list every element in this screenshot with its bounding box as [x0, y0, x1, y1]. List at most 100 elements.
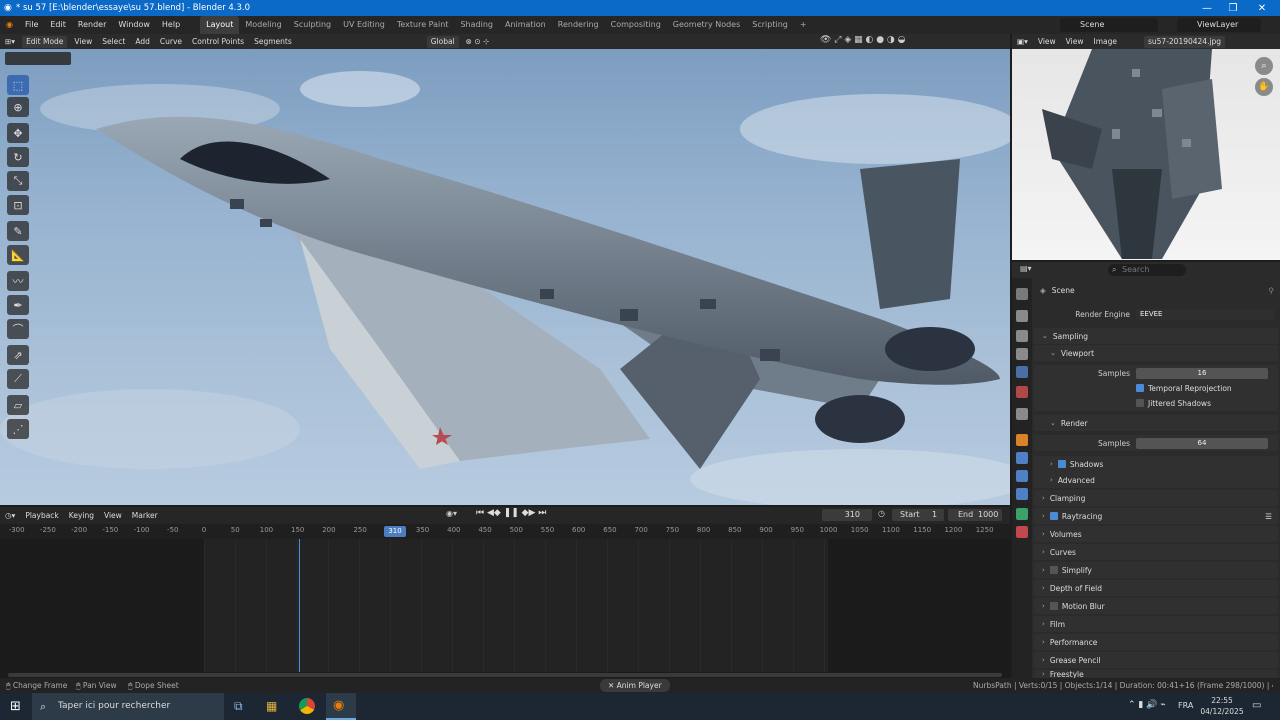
- add-workspace-button[interactable]: +: [794, 16, 813, 34]
- image-menu-image[interactable]: Image: [1088, 34, 1122, 49]
- shadows-checkbox[interactable]: [1057, 460, 1066, 468]
- panel-clamping[interactable]: › Clamping: [1034, 490, 1278, 506]
- current-frame-indicator[interactable]: 310: [384, 526, 406, 537]
- panel-advanced[interactable]: › Advanced: [1034, 472, 1278, 488]
- render-tab-icon[interactable]: [1016, 310, 1028, 322]
- jittered-shadows-row[interactable]: Jittered Shadows: [1034, 395, 1278, 411]
- menu-edit[interactable]: Edit: [44, 16, 72, 34]
- menu-add[interactable]: Add: [130, 34, 155, 49]
- pivot-icon[interactable]: ⊗ ⊙ ⊹: [461, 34, 495, 49]
- current-frame-field[interactable]: 310: [822, 509, 872, 521]
- tab-modeling[interactable]: Modeling: [239, 16, 287, 34]
- image-name-field[interactable]: su57-20190424.jpg: [1143, 35, 1226, 48]
- playhead[interactable]: [299, 539, 300, 672]
- minimize-button[interactable]: —: [1195, 0, 1219, 16]
- menu-select[interactable]: Select: [97, 34, 130, 49]
- tilt-tool-icon[interactable]: ▱: [7, 395, 29, 415]
- data-tab-icon[interactable]: [1016, 508, 1028, 520]
- pin-icon[interactable]: ⚲: [1269, 286, 1275, 295]
- blender-menu-icon[interactable]: ◉: [0, 16, 19, 34]
- temporal-reprojection-checkbox[interactable]: [1136, 384, 1144, 392]
- viewport-samples-field[interactable]: 16: [1136, 367, 1268, 379]
- panel-performance[interactable]: › Performance: [1034, 634, 1278, 650]
- view-layer-tab-icon[interactable]: [1016, 348, 1028, 360]
- properties-search-input[interactable]: Search: [1108, 264, 1186, 276]
- randomize-tool-icon[interactable]: ⋰: [7, 419, 29, 439]
- panel-raytracing[interactable]: › Raytracing ☰: [1034, 508, 1278, 524]
- image-editor-type-icon[interactable]: ▣▾: [1012, 34, 1033, 49]
- tab-compositing[interactable]: Compositing: [605, 16, 667, 34]
- temporal-reprojection-row[interactable]: Temporal Reprojection: [1034, 380, 1278, 396]
- pen-tool-icon[interactable]: ✒: [7, 295, 29, 315]
- tab-shading[interactable]: Shading: [454, 16, 499, 34]
- menu-control-points[interactable]: Control Points: [187, 34, 249, 49]
- autokey-record-icon[interactable]: ◉▾: [446, 509, 457, 518]
- tab-animation[interactable]: Animation: [499, 16, 552, 34]
- scale-tool-icon[interactable]: ⤡: [7, 171, 29, 191]
- maximize-button[interactable]: ❐: [1221, 0, 1245, 16]
- pan-hand-icon[interactable]: ✋: [1255, 78, 1273, 96]
- panel-depth-of-field[interactable]: › Depth of Field: [1034, 580, 1278, 596]
- particles-tab-icon[interactable]: [1016, 470, 1028, 482]
- select-mode-buttons[interactable]: [5, 52, 71, 65]
- cursor-tool-icon[interactable]: ⊕: [7, 97, 29, 117]
- collection-tab-icon[interactable]: [1016, 408, 1028, 420]
- frame-ruler[interactable]: -300-250-200-150-100-5005010015020025030…: [0, 524, 1010, 539]
- menu-curve[interactable]: Curve: [155, 34, 187, 49]
- menu-help[interactable]: Help: [156, 16, 186, 34]
- tab-uv-editing[interactable]: UV Editing: [337, 16, 391, 34]
- panel-curves[interactable]: › Curves: [1034, 544, 1278, 560]
- properties-type-icon[interactable]: ▤▾: [1020, 264, 1032, 273]
- select-box-tool-icon[interactable]: ⬚: [7, 75, 29, 95]
- tab-geometry-nodes[interactable]: Geometry Nodes: [667, 16, 746, 34]
- panel-sampling[interactable]: ⌄ Sampling: [1034, 328, 1278, 344]
- viewport-gizmo-icons[interactable]: 👁 ⤢ ◈ ▦ ◐ ● ◑ ◒: [820, 35, 906, 45]
- task-view-icon[interactable]: ⧉: [234, 699, 243, 714]
- panel-viewport[interactable]: ⌄ Viewport: [1034, 345, 1278, 361]
- panel-grease-pencil[interactable]: › Grease Pencil: [1034, 652, 1278, 668]
- menu-window[interactable]: Window: [112, 16, 156, 34]
- raytracing-checkbox[interactable]: [1049, 512, 1058, 520]
- tray-icons[interactable]: ⌃ ▮ 🔊 ⌁: [1128, 700, 1166, 710]
- menu-timeline-view[interactable]: View: [99, 508, 127, 523]
- jittered-shadows-checkbox[interactable]: [1136, 399, 1144, 407]
- menu-keying[interactable]: Keying: [64, 508, 99, 523]
- reference-image[interactable]: ⌕ ✋: [1012, 49, 1280, 260]
- playback-controls-icon[interactable]: ⏮ ◀◆ ❚❚ ◆▶ ⏭: [476, 508, 546, 518]
- rotate-tool-icon[interactable]: ↻: [7, 147, 29, 167]
- clock-time[interactable]: 22:55: [1204, 696, 1240, 705]
- radius-tool-icon[interactable]: ⟋: [7, 369, 29, 389]
- list-icon[interactable]: ☰: [1265, 512, 1272, 521]
- tab-rendering[interactable]: Rendering: [552, 16, 605, 34]
- panel-shadows[interactable]: › Shadows: [1034, 456, 1278, 472]
- menu-segments[interactable]: Segments: [249, 34, 297, 49]
- notifications-icon[interactable]: ▭: [1252, 700, 1261, 711]
- language-indicator[interactable]: FRA: [1178, 701, 1193, 710]
- move-tool-icon[interactable]: ✥: [7, 123, 29, 143]
- panel-volumes[interactable]: › Volumes: [1034, 526, 1278, 542]
- menu-render[interactable]: Render: [72, 16, 112, 34]
- chrome-icon[interactable]: [299, 698, 315, 714]
- clock-icon[interactable]: ◷▾: [0, 508, 20, 523]
- clock-date[interactable]: 04/12/2025: [1200, 707, 1244, 716]
- mode-selector[interactable]: Edit Mode: [22, 35, 68, 48]
- panel-simplify[interactable]: › Simplify: [1034, 562, 1278, 578]
- tool-tab-icon[interactable]: [1016, 288, 1028, 300]
- render-samples-field[interactable]: 64: [1136, 437, 1268, 449]
- start-frame-field[interactable]: 1: [932, 509, 937, 521]
- taskbar-search-input[interactable]: Taper ici pour rechercher: [32, 693, 224, 720]
- 3d-viewport[interactable]: ⬚ ⊕ ✥ ↻ ⤡ ⊡ ✎ 📐 〰 ✒ ⌒ ⇗ ⟋ ▱ ⋰: [0, 49, 1010, 505]
- curve-pen-tool-icon[interactable]: ⌒: [7, 319, 29, 339]
- physics-tab-icon[interactable]: [1016, 488, 1028, 500]
- view-layer-selector[interactable]: ViewLayer: [1177, 18, 1261, 32]
- calculator-icon[interactable]: ▦: [266, 699, 277, 713]
- image-menu-view[interactable]: View: [1061, 34, 1089, 49]
- object-tab-icon[interactable]: [1016, 434, 1028, 446]
- editor-type-icon[interactable]: ⊞▾: [0, 34, 20, 49]
- panel-render[interactable]: ⌄ Render: [1034, 415, 1278, 431]
- draw-tool-icon[interactable]: 〰: [7, 271, 29, 291]
- preview-range-icon[interactable]: ◷: [878, 509, 885, 518]
- render-engine-dropdown[interactable]: EEVEE: [1136, 308, 1274, 320]
- scene-tab-icon[interactable]: [1016, 366, 1028, 378]
- simplify-checkbox[interactable]: [1049, 566, 1058, 574]
